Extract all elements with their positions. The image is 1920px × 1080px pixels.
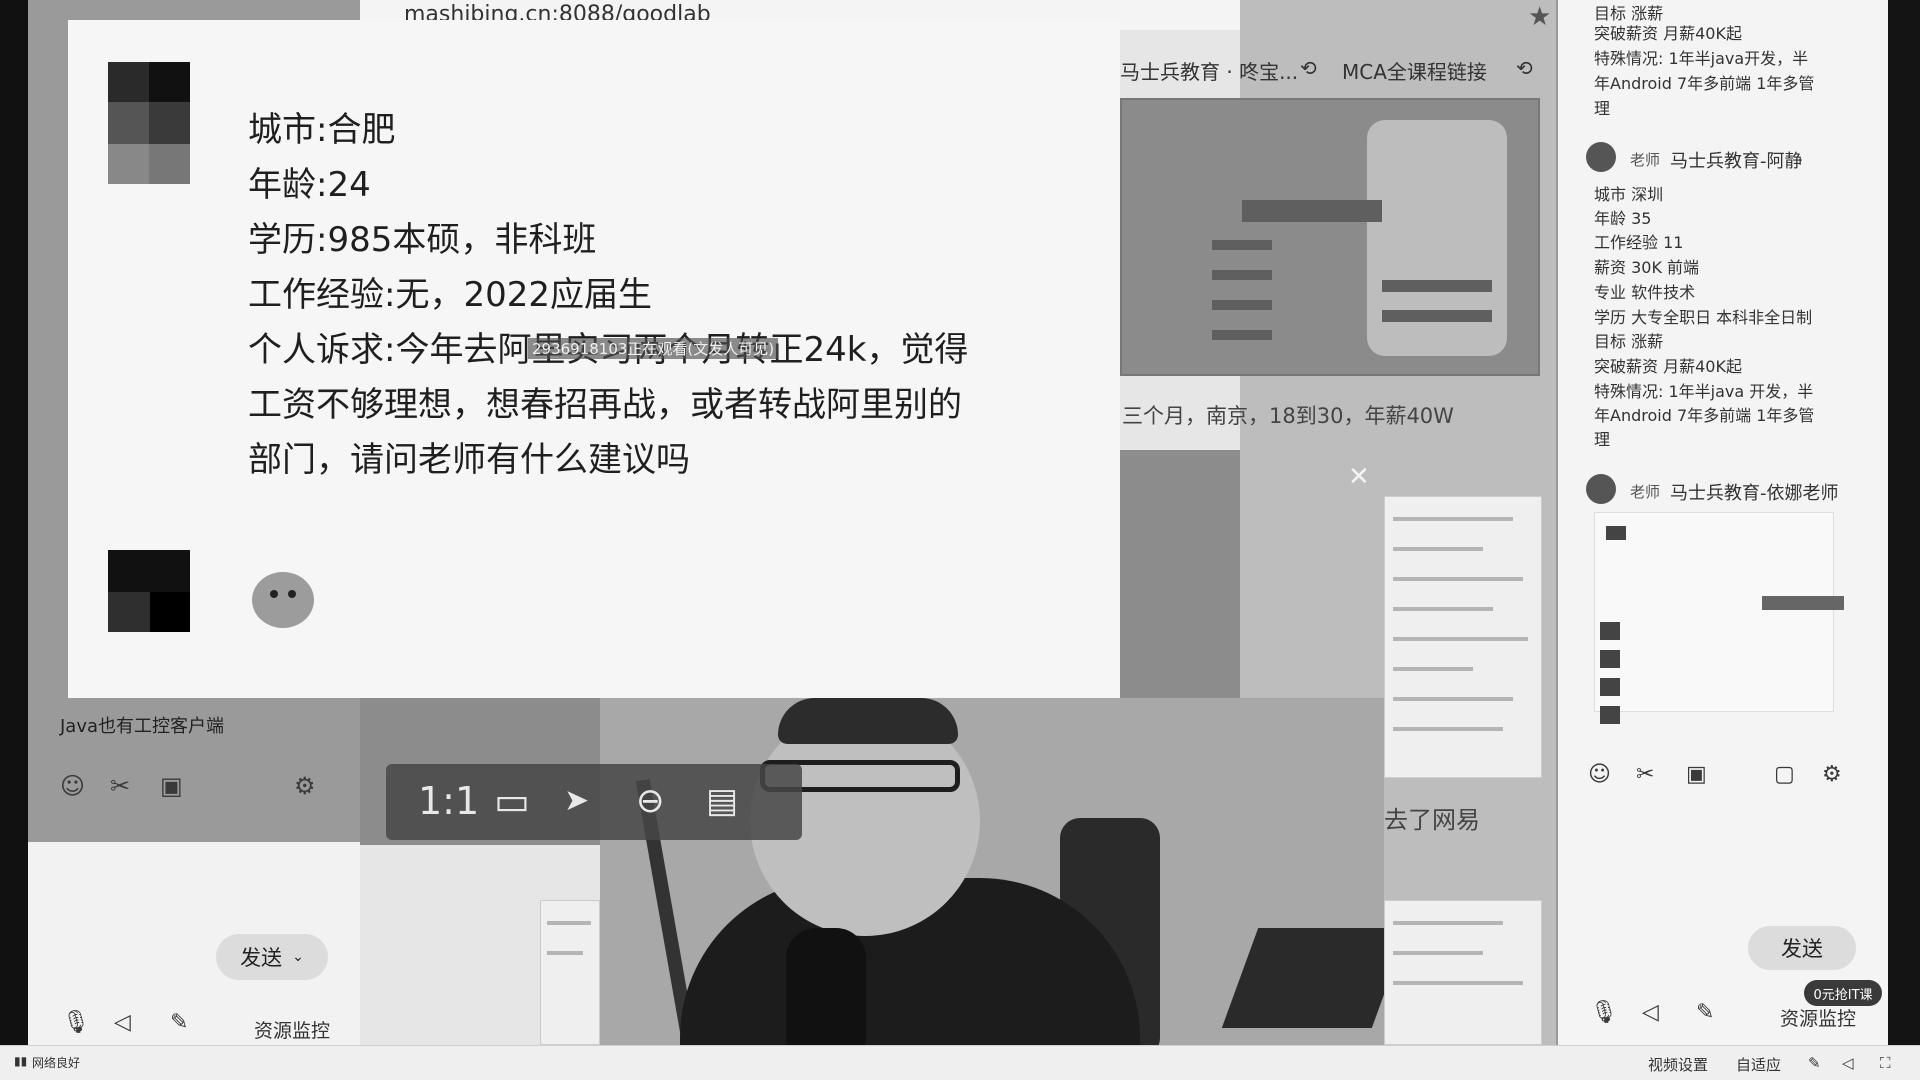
bookmark-refresh-icon: ⟲ <box>1300 56 1317 80</box>
profile-request-line-2: 工资不够理想，想春招再战，或者转战阿里别的 <box>248 385 962 425</box>
teacher-name-2: 马士兵教育-依娜老师 <box>1670 483 1839 504</box>
thumb-row-icon <box>1600 678 1620 696</box>
send-button[interactable]: 发送 ⌄ <box>216 934 328 980</box>
chevron-down-icon: ⌄ <box>292 949 304 965</box>
teacher-name-1: 马士兵教育-阿静 <box>1670 151 1803 172</box>
profile-request-line-3: 部门，请问老师有什么建议吗 <box>248 440 690 480</box>
viewer-watermark: 2936918103正在观看(文发人可见) <box>528 338 779 359</box>
bookmark-item-1[interactable]: 马士兵教育 · 咚宝... <box>1120 56 1298 85</box>
scissors-icon[interactable]: ✂ <box>110 772 130 800</box>
network-status: 网络良好 <box>32 1056 81 1070</box>
window-edge-right <box>1888 0 1920 1045</box>
thumb-row-icon <box>1600 622 1620 640</box>
send-label: 发送 <box>240 946 283 970</box>
rp-top-line-5: 理 <box>1594 99 1611 118</box>
chat-message-snippet: Java也有工控客户端 <box>60 716 225 737</box>
cursor-icon: ➤ <box>564 783 590 818</box>
window-edge-left <box>0 0 28 1045</box>
settings-icon[interactable]: ⚙ <box>294 772 316 800</box>
rp-top-line-3: 特殊情况: 1年半java开发，半 <box>1594 49 1809 68</box>
status-bar: ▮▮ 网络良好 视频设置 自适应 ✎ ◁ ⛶ <box>0 1045 1920 1080</box>
bookmark-star-icon[interactable]: ★ <box>1528 2 1551 32</box>
fit-window-icon[interactable]: ▭ <box>494 778 530 824</box>
rp-top-line-4: 年Android 7年多前端 1年多管 <box>1594 74 1815 93</box>
emoji-icon[interactable]: ☺ <box>60 772 85 800</box>
send-button-right[interactable]: 发送 <box>1748 926 1856 970</box>
actual-size-button[interactable]: 1:1 <box>418 778 479 824</box>
fullscreen-icon[interactable]: ⛶ <box>1880 1054 1891 1072</box>
settings-icon-right[interactable]: ⚙ <box>1822 762 1842 787</box>
background-document-3 <box>540 900 600 1045</box>
teacher-avatar-2 <box>1586 474 1616 504</box>
bookmark-refresh-icon-2: ⟲ <box>1516 56 1533 80</box>
emoji-icon-right[interactable]: ☺ <box>1588 762 1611 787</box>
background-document <box>1384 496 1542 778</box>
bookmark-strip: 马士兵教育 · 咚宝... ⟲ MCA全课程链接 ⟲ <box>1120 48 1580 88</box>
speaker-icon-right[interactable]: ◁ <box>1642 1000 1659 1025</box>
image-viewer-toolbar: 1:1 ▭ ➤ ⊖ ▤ <box>386 764 802 840</box>
send-label-right: 发送 <box>1781 937 1823 961</box>
msg1-line: 特殊情况: 1年半java 开发，半 <box>1594 382 1814 401</box>
save-icon[interactable]: ▤ <box>706 778 738 824</box>
thumb-bubble-mini <box>1762 596 1844 610</box>
bookmark-item-2[interactable]: MCA全课程链接 <box>1342 56 1487 85</box>
thumb-avatar-mini <box>1606 526 1626 540</box>
profile-age: 年龄:24 <box>248 165 371 205</box>
thumb-row-icon <box>1600 650 1620 668</box>
adaptive-button[interactable]: 自适应 <box>1736 1054 1781 1075</box>
msg1-line: 城市 深圳 <box>1594 185 1664 204</box>
background-document-2 <box>1384 900 1542 1045</box>
sticker-bird-icon <box>252 572 314 628</box>
teacher-role-badge-2: 老师 <box>1630 483 1661 501</box>
rp-top-line-2: 突破薪资 月薪40K起 <box>1594 24 1742 43</box>
image-icon-right[interactable]: ▣ <box>1686 762 1707 787</box>
promo-badge[interactable]: 0元抢IT课 <box>1804 980 1882 1006</box>
resource-monitor-link-right[interactable]: 资源监控 <box>1780 1004 1856 1031</box>
profile-education: 学历:985本硕，非科班 <box>248 220 597 260</box>
pen-icon-status[interactable]: ✎ <box>1808 1054 1821 1072</box>
pen-icon[interactable]: ✎ <box>170 1010 188 1035</box>
profile-city: 城市:合肥 <box>248 110 396 150</box>
scissors-icon-right[interactable]: ✂ <box>1636 762 1654 787</box>
chat-bubble-icon[interactable]: ▢ <box>1774 762 1795 787</box>
signal-icon: ▮▮ <box>14 1054 28 1068</box>
teacher-avatar-1 <box>1586 142 1616 172</box>
avatar <box>108 62 190 184</box>
avatar-2 <box>108 550 190 632</box>
close-icon[interactable]: ✕ <box>1348 462 1370 492</box>
msg1-line: 薪资 30K 前端 <box>1594 258 1700 277</box>
profile-experience: 工作经验:无，2022应届生 <box>248 275 652 315</box>
video-settings-button[interactable]: 视频设置 <box>1648 1054 1708 1075</box>
msg1-line: 理 <box>1594 430 1611 449</box>
zoom-out-icon[interactable]: ⊖ <box>636 778 665 824</box>
msg1-line: 年Android 7年多前端 1年多管 <box>1594 406 1815 425</box>
shared-screenshot-thumbnail[interactable] <box>1594 512 1834 712</box>
microphone-icon-right[interactable]: 🎙 <box>1590 1000 1618 1025</box>
pen-icon-right[interactable]: ✎ <box>1696 1000 1714 1025</box>
volume-icon[interactable]: ◁ <box>1842 1054 1854 1072</box>
image-icon[interactable]: ▣ <box>160 772 183 800</box>
thumb-row-icon <box>1600 706 1620 724</box>
msg1-line: 目标 涨薪 <box>1594 332 1664 351</box>
background-caption-2: 去了网易 <box>1384 806 1480 834</box>
microphone-icon[interactable]: 🎙 <box>62 1010 90 1035</box>
background-screenshot <box>1120 98 1540 376</box>
resource-monitor-link[interactable]: 资源监控 <box>254 1016 330 1043</box>
teacher-role-badge: 老师 <box>1630 151 1661 169</box>
msg1-line: 学历 大专全职日 本科非全日制 <box>1594 308 1813 327</box>
msg1-line: 突破薪资 月薪40K起 <box>1594 357 1742 376</box>
msg1-line: 工作经验 11 <box>1594 233 1684 252</box>
background-caption-1: 三个月，南京，18到30，年薪40W <box>1122 404 1454 428</box>
speaker-icon[interactable]: ◁ <box>114 1010 131 1035</box>
msg1-line: 年龄 35 <box>1594 209 1652 228</box>
msg1-line: 专业 软件技术 <box>1594 283 1696 302</box>
teacher-video <box>600 698 1384 1045</box>
